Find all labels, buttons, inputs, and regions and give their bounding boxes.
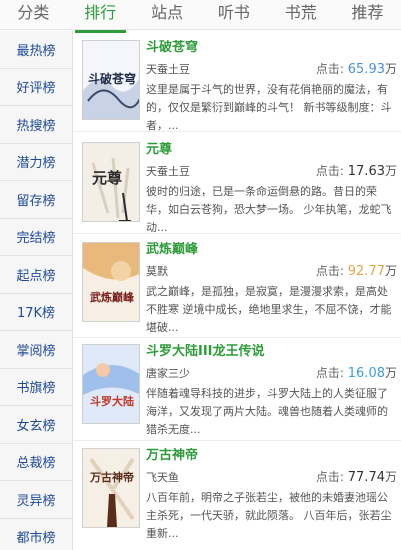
book-title[interactable]: 武炼巅峰 [146,242,397,258]
sidebar-item-label: 潜力榜 [16,156,56,172]
clicks-label: 点击: [315,164,344,178]
clicks-unit: 万 [384,62,397,76]
list-item[interactable]: 元尊 元尊 天蚕土豆 点击: 17.63万 彼时的归途，已是一条命运倒悬的路。昔… [74,132,401,234]
sidebar-item-supernatural[interactable]: 灵异榜 [0,481,72,519]
sidebar-item-hot-search[interactable]: 热搜榜 [0,106,72,144]
book-title[interactable]: 万古神帝 [146,448,397,464]
list-item[interactable]: 万古神帝 万古神帝 飞天鱼 点击: 77.74万 八百年前，明帝之子张若尘，被他… [74,441,401,550]
clicks-unit: 万 [384,264,397,278]
book-author: 飞天鱼 [146,471,179,484]
sidebar-item-label: 总裁榜 [16,456,56,472]
clicks-label: 点击: [315,264,344,278]
sidebar-item-retention[interactable]: 留存榜 [0,181,72,219]
sidebar-item-hottest[interactable]: 最热榜 [0,31,72,69]
book-cover-title: 斗破苍穹 [88,71,136,86]
book-description: 武之巅峰，是孤独，是寂寞，是漫漫求索，是高处不胜寒 逆境中成长，绝地里求生，不屈… [146,285,392,334]
sidebar-item-shuqi[interactable]: 书旗榜 [0,368,72,406]
sidebar-item-label: 都市榜 [16,531,56,547]
sidebar-item-17k[interactable]: 17K榜 [0,293,72,331]
sidebar-item-female-fantasy[interactable]: 女玄榜 [0,406,72,444]
sidebar-item-label: 完结榜 [16,231,56,247]
sidebar-item-label: 灵异榜 [16,493,56,509]
sidebar-item-ceo[interactable]: 总裁榜 [0,443,72,481]
sidebar-item-completed[interactable]: 完结榜 [0,218,72,256]
list-item[interactable]: 斗罗大陆 斗罗大陆III龙王传说 唐家三少 点击: 16.08万 伴随着魂导科技… [74,338,401,441]
book-author: 莫默 [146,265,168,278]
sidebar-item-zhangyue[interactable]: 掌阅榜 [0,331,72,369]
sidebar-item-top-rated[interactable]: 好评榜 [0,68,72,106]
clicks-label: 点击: [315,62,344,76]
book-cover-art: 万古神帝 [83,449,139,527]
sidebar-item-label: 好评榜 [16,81,56,97]
book-title[interactable]: 斗破苍穹 [146,40,397,56]
book-clicks: 点击: 92.77万 [316,262,397,279]
list-item[interactable]: 斗破苍穹 斗破苍穹 天蚕土豆 点击: 65.93万 这里是属于斗气的世界，没有花… [74,31,401,132]
book-author: 天蚕土豆 [146,165,190,178]
book-cover[interactable]: 斗破苍穹 [82,40,140,120]
sidebar-item-label: 留存榜 [16,193,56,209]
book-description: 八百年前，明帝之子张若尘，被他的未婚妻池瑶公主杀死，一代天骄，就此陨落。 八百年… [146,491,392,540]
sidebar-item-urban[interactable]: 都市榜 [0,518,72,550]
book-description: 伴随着魂导科技的进步，斗罗大陆上的人类征服了海洋，又发现了两片大陆。魂兽也随着人… [146,387,388,436]
sidebar-item-label: 书旗榜 [16,381,56,397]
clicks-value: 65.93 [347,62,385,77]
clicks-value: 17.63 [347,164,385,179]
tab-recommend[interactable]: 推荐 [334,0,401,29]
clicks-value: 77.74 [347,470,385,485]
book-description: 这里是属于斗气的世界，没有花俏艳丽的魔法，有的，仅仅是繁衍到巅峰的斗气！ 新书等… [146,83,392,132]
clicks-unit: 万 [384,366,397,380]
ranking-sidebar: 最热榜 好评榜 热搜榜 潜力榜 留存榜 完结榜 起点榜 17K榜 掌阅榜 书旗榜… [0,31,73,550]
sidebar-item-label: 掌阅榜 [16,343,56,359]
sidebar-item-label: 女玄榜 [16,418,56,434]
book-title[interactable]: 斗罗大陆III龙王传说 [146,344,397,360]
book-author: 天蚕土豆 [146,63,190,76]
list-item[interactable]: 武炼巅峰 武炼巅峰 莫默 点击: 92.77万 武之巅峰，是孤独，是寂寞，是漫漫… [74,234,401,338]
sidebar-item-label: 最热榜 [16,43,56,59]
book-clicks: 点击: 65.93万 [316,60,397,77]
tab-category[interactable]: 分类 [0,0,67,29]
book-cover-title: 斗罗大陆 [90,394,134,408]
book-cover[interactable]: 斗罗大陆 [82,344,140,424]
book-cover[interactable]: 万古神帝 [82,448,140,528]
book-cover-art: 元尊 [83,143,139,221]
clicks-value: 16.08 [347,366,385,381]
book-clicks: 点击: 17.63万 [316,162,397,179]
tab-book-shortage[interactable]: 书荒 [267,0,334,29]
clicks-unit: 万 [384,470,397,484]
book-cover-art: 斗罗大陆 [83,345,139,423]
sidebar-item-label: 热搜榜 [16,118,56,134]
book-title[interactable]: 元尊 [146,142,397,158]
clicks-unit: 万 [384,164,397,178]
book-cover-title: 万古神帝 [89,470,134,484]
sidebar-item-qidian[interactable]: 起点榜 [0,256,72,294]
book-list: 斗破苍穹 斗破苍穹 天蚕土豆 点击: 65.93万 这里是属于斗气的世界，没有花… [74,31,401,550]
book-cover[interactable]: 元尊 [82,142,140,222]
sidebar-item-potential[interactable]: 潜力榜 [0,143,72,181]
clicks-label: 点击: [315,470,344,484]
tab-audiobooks[interactable]: 听书 [200,0,267,29]
sidebar-item-label: 17K榜 [16,306,56,322]
tab-sites[interactable]: 站点 [134,0,201,29]
book-cover-title: 元尊 [92,169,122,187]
book-cover-art: 武炼巅峰 [83,243,139,321]
book-description: 彼时的归途，已是一条命运倒悬的路。昔日的荣华，如白云苍狗，恐大梦一场。 少年执笔… [146,185,392,234]
book-cover-art: 斗破苍穹 [83,41,139,119]
book-clicks: 点击: 77.74万 [316,468,397,485]
tab-ranking[interactable]: 排行 [67,0,134,33]
clicks-value: 92.77 [347,264,385,279]
book-cover-title: 武炼巅峰 [90,290,135,304]
book-author: 唐家三少 [146,367,190,380]
sidebar-item-label: 起点榜 [16,268,56,284]
book-clicks: 点击: 16.08万 [316,364,397,381]
book-cover[interactable]: 武炼巅峰 [82,242,140,322]
clicks-label: 点击: [315,366,344,380]
top-tab-bar: 分类 排行 站点 听书 书荒 推荐 [0,0,401,33]
